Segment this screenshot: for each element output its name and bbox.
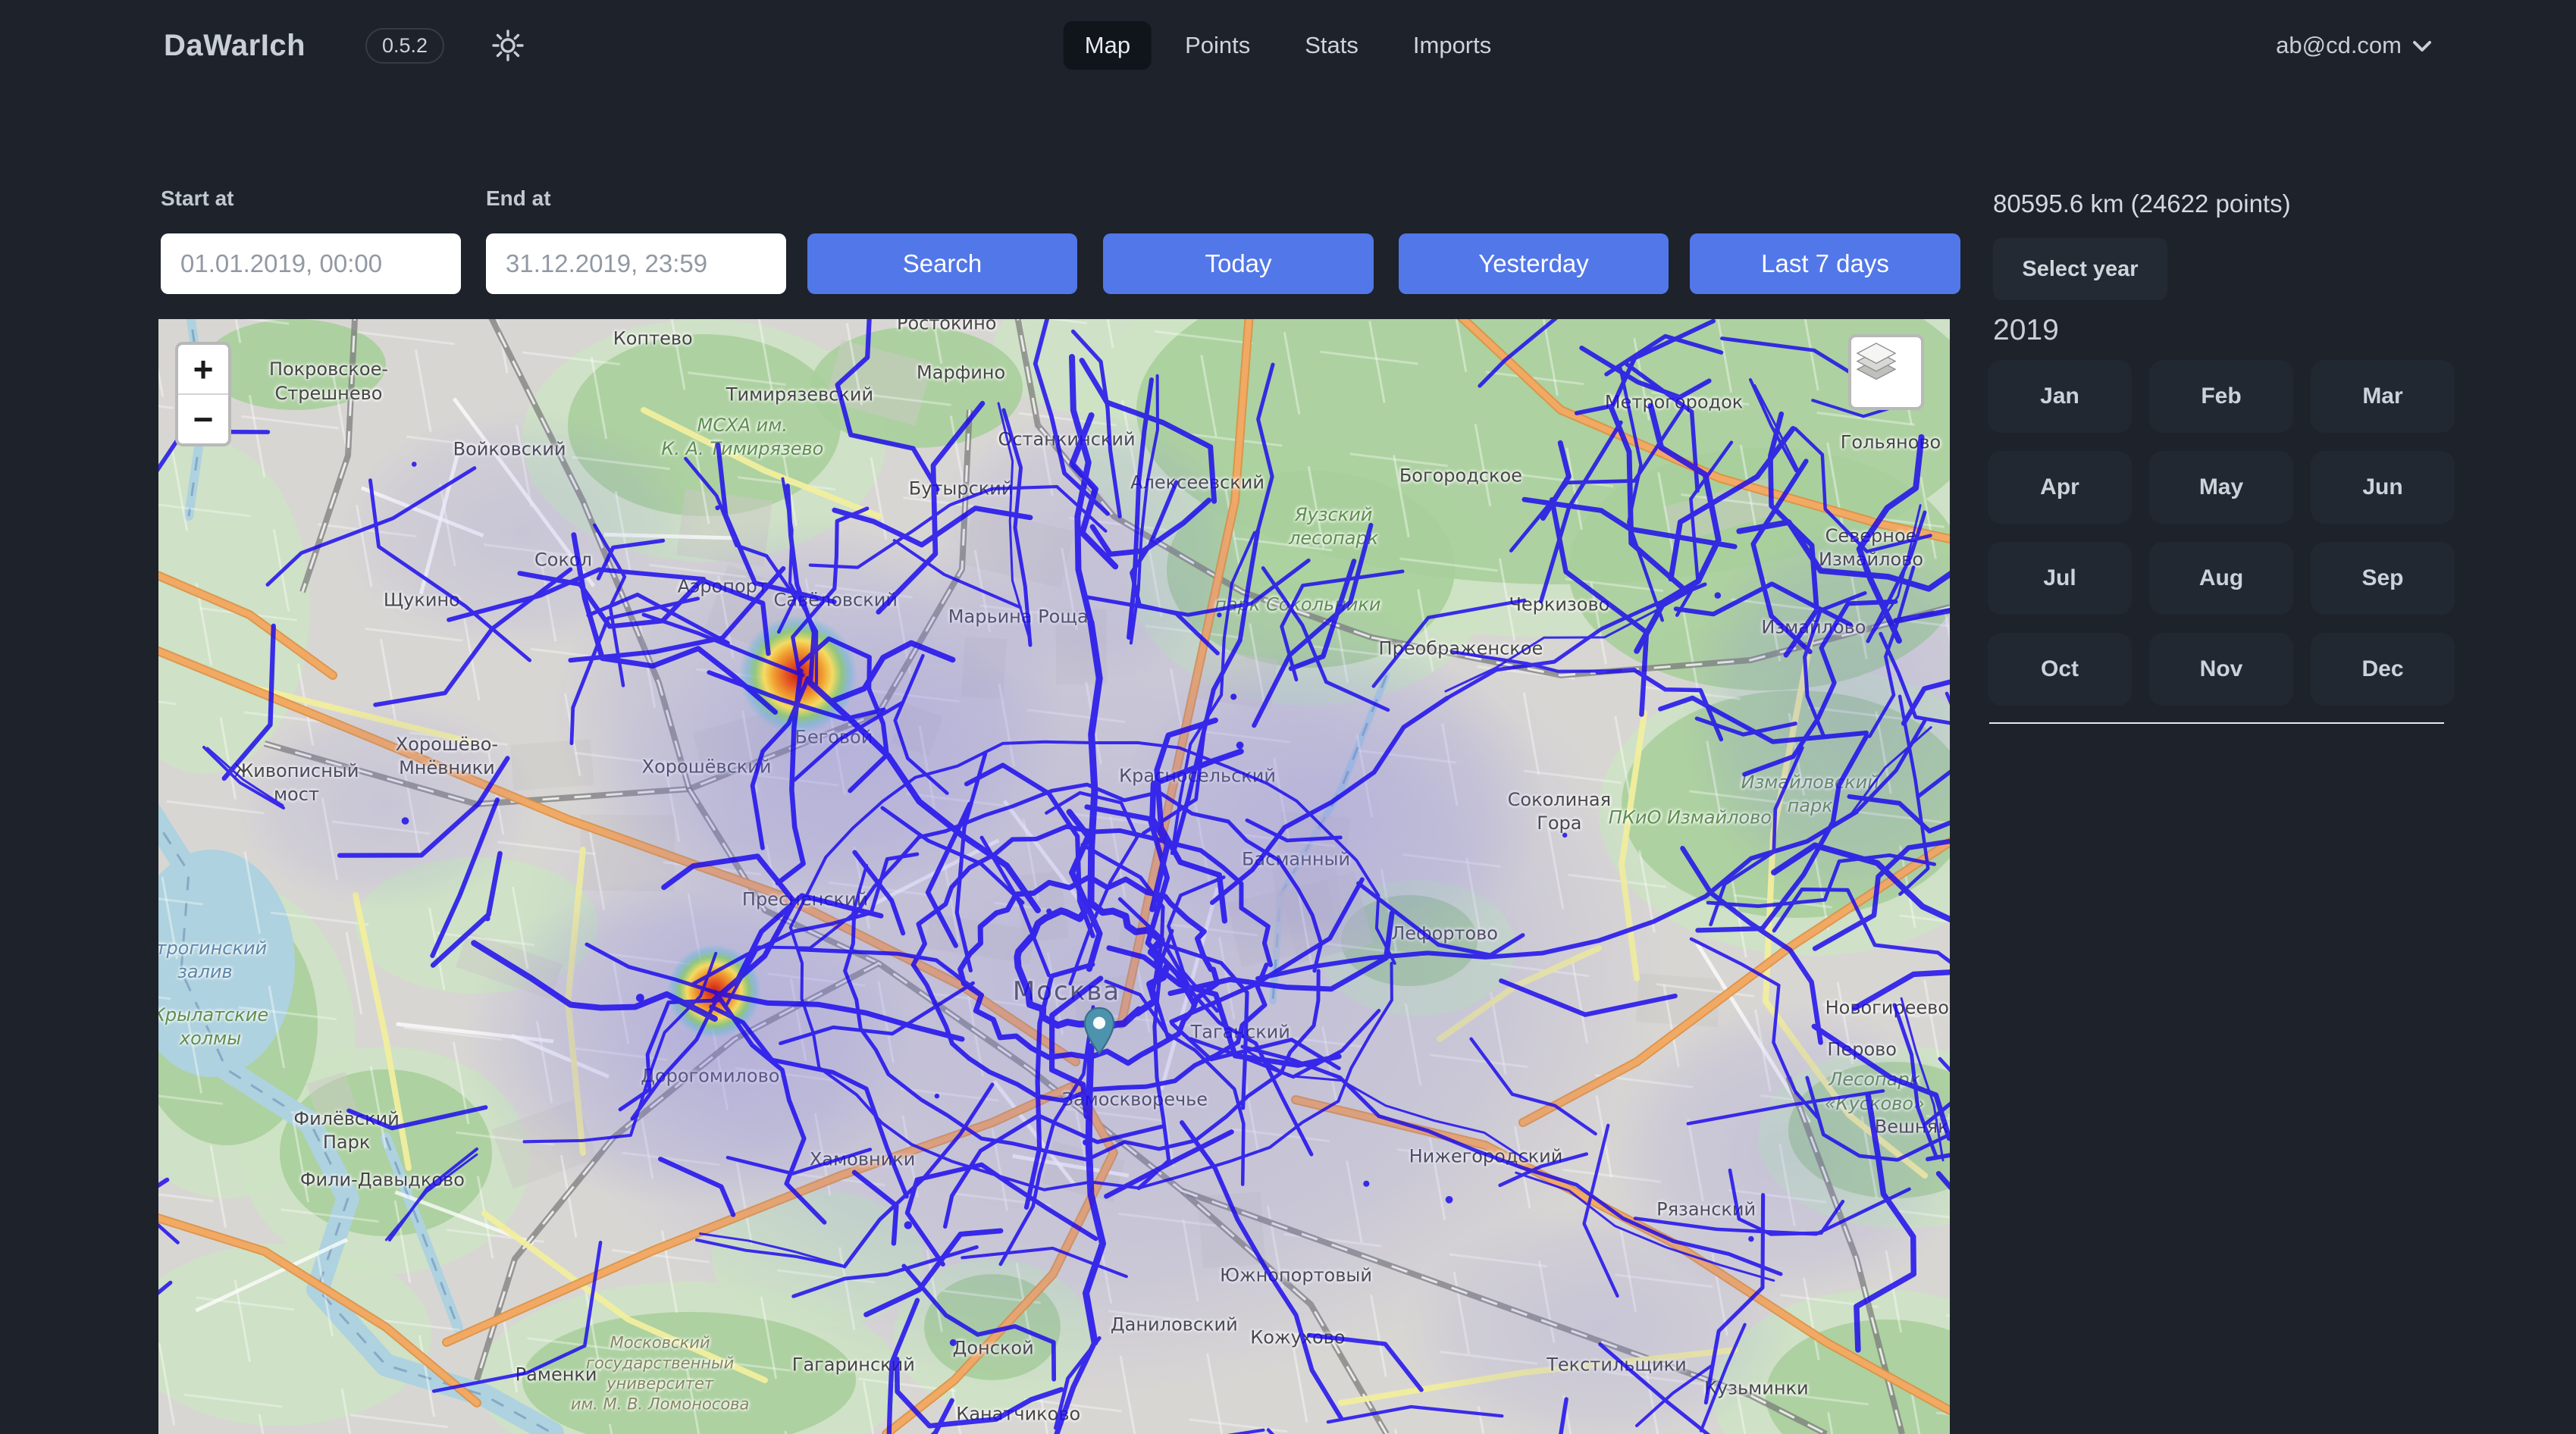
version-badge: 0.5.2: [365, 28, 444, 64]
month-button-mar[interactable]: Mar: [2311, 360, 2455, 433]
start-at-label: Start at: [161, 186, 233, 211]
top-navbar: DaWarIch 0.5.2 MapPointsStatsImports ab@…: [0, 0, 2576, 91]
month-button-sep[interactable]: Sep: [2311, 542, 2455, 615]
dawarich-app: DaWarIch 0.5.2 MapPointsStatsImports ab@…: [0, 0, 2576, 1434]
start-at-input[interactable]: [161, 233, 461, 294]
user-email: ab@cd.com: [2276, 32, 2402, 59]
end-at-label: End at: [486, 186, 551, 211]
nav-item-points[interactable]: Points: [1164, 21, 1271, 70]
month-button-aug[interactable]: Aug: [2149, 542, 2293, 615]
map-marker-pin[interactable]: [1083, 1006, 1116, 1056]
map-tracks-layer: [158, 319, 1950, 1434]
sidebar-divider: [1989, 722, 2444, 724]
month-button-jul[interactable]: Jul: [1988, 542, 2132, 615]
user-menu-dropdown[interactable]: ab@cd.com: [2276, 32, 2432, 59]
month-button-apr[interactable]: Apr: [1988, 451, 2132, 524]
select-year-button[interactable]: Select year: [1993, 238, 2167, 300]
chevron-down-icon: [2412, 32, 2432, 59]
distance-stats: 80595.6 km (24622 points): [1993, 189, 2291, 218]
zoom-control: + −: [175, 342, 231, 446]
month-grid: JanFebMar AprMayJun JulAugSep OctNovDec: [1988, 360, 2455, 706]
month-button-may[interactable]: May: [2149, 451, 2293, 524]
nav-item-imports[interactable]: Imports: [1392, 21, 1512, 70]
last-7-days-button[interactable]: Last 7 days: [1690, 233, 1960, 294]
month-button-feb[interactable]: Feb: [2149, 360, 2293, 433]
month-button-jan[interactable]: Jan: [1988, 360, 2132, 433]
zoom-in-button[interactable]: +: [178, 345, 228, 393]
month-button-jun[interactable]: Jun: [2311, 451, 2455, 524]
month-button-oct[interactable]: Oct: [1988, 633, 2132, 706]
today-button[interactable]: Today: [1103, 233, 1374, 294]
map-canvas[interactable]: РостокиноКоптевоМарфиноТимирязевскийПокр…: [158, 319, 1950, 1434]
nav-item-map[interactable]: Map: [1064, 21, 1152, 70]
main-nav: MapPointsStatsImports: [1064, 21, 1513, 70]
layers-control[interactable]: [1848, 334, 1924, 410]
nav-item-stats[interactable]: Stats: [1283, 21, 1380, 70]
month-button-nov[interactable]: Nov: [2149, 633, 2293, 706]
end-at-input[interactable]: [486, 233, 786, 294]
year-heading: 2019: [1993, 314, 2059, 347]
zoom-out-button[interactable]: −: [178, 395, 228, 443]
search-button[interactable]: Search: [807, 233, 1077, 294]
app-logo[interactable]: DaWarIch: [164, 29, 306, 63]
sun-icon[interactable]: [491, 29, 525, 62]
month-button-dec[interactable]: Dec: [2311, 633, 2455, 706]
yesterday-button[interactable]: Yesterday: [1399, 233, 1669, 294]
